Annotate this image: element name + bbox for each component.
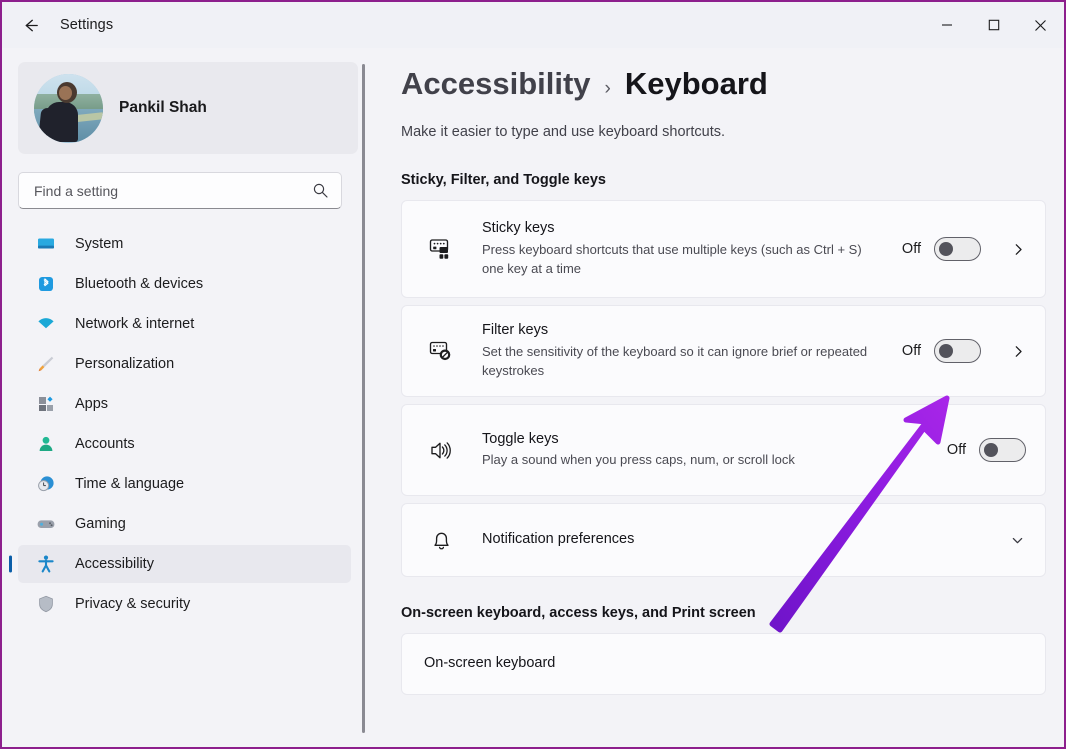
search-input[interactable] (34, 183, 312, 199)
breadcrumb: Accessibility › Keyboard (401, 66, 1046, 102)
shield-icon (35, 593, 57, 615)
sidebar-item-label: Apps (75, 396, 108, 412)
window-title: Settings (60, 17, 113, 33)
sidebar-scrollbar[interactable] (362, 64, 365, 733)
toggle-group: Off (947, 438, 1026, 462)
setting-title: Sticky keys (482, 219, 890, 239)
main-content: Accessibility › Keyboard Make it easier … (375, 48, 1064, 747)
sidebar-item-label: Gaming (75, 516, 126, 532)
back-arrow-icon (21, 16, 40, 35)
sidebar-item-privacy-security[interactable]: Privacy & security (18, 585, 351, 623)
setting-text: On-screen keyboard (424, 654, 1026, 674)
sidebar-item-label: Time & language (75, 476, 184, 492)
back-button[interactable] (12, 9, 48, 41)
chevron-right-icon[interactable] (1010, 241, 1026, 257)
sidebar-item-personalization[interactable]: Personalization (18, 345, 351, 383)
sidebar-scrollbar-thumb[interactable] (362, 64, 365, 733)
toggle-state-label: Off (947, 442, 966, 458)
sidebar-item-system[interactable]: System (18, 225, 351, 263)
page-subtitle: Make it easier to type and use keyboard … (401, 124, 1046, 140)
window-controls (923, 2, 1064, 48)
sidebar-item-apps[interactable]: Apps (18, 385, 351, 423)
breadcrumb-parent[interactable]: Accessibility (401, 66, 591, 102)
sidebar-nav: System Bluetooth & devices (18, 225, 351, 623)
sidebar-item-gaming[interactable]: Gaming (18, 505, 351, 543)
setting-title: On-screen keyboard (424, 654, 1014, 674)
breadcrumb-separator-icon: › (605, 78, 611, 100)
search-icon[interactable] (312, 182, 329, 199)
maximize-button[interactable] (970, 2, 1017, 48)
sidebar-item-label: Personalization (75, 356, 174, 372)
bluetooth-icon (35, 273, 57, 295)
chevron-right-icon[interactable] (1010, 343, 1026, 359)
sidebar-item-accessibility[interactable]: Accessibility (18, 545, 351, 583)
wifi-icon (35, 313, 57, 335)
maximize-icon (988, 19, 1000, 31)
monitor-icon (35, 233, 57, 255)
sticky-keys-toggle[interactable] (934, 237, 981, 261)
sidebar-item-time-language[interactable]: Time & language (18, 465, 351, 503)
clock-icon (35, 473, 57, 495)
sidebar-item-label: Bluetooth & devices (75, 276, 203, 292)
close-icon (1034, 19, 1047, 32)
minimize-button[interactable] (923, 2, 970, 48)
setting-description: Press keyboard shortcuts that use multip… (482, 241, 882, 279)
avatar (34, 74, 103, 143)
setting-title: Notification preferences (482, 530, 996, 550)
setting-row-filter-keys[interactable]: Filter keys Set the sensitivity of the k… (401, 305, 1046, 397)
setting-text: Filter keys Set the sensitivity of the k… (482, 321, 902, 380)
bell-icon (424, 523, 458, 557)
sticky-keys-icon (424, 232, 458, 266)
gamepad-icon (35, 513, 57, 535)
setting-row-notification-preferences[interactable]: Notification preferences (401, 503, 1046, 577)
sidebar-item-network-internet[interactable]: Network & internet (18, 305, 351, 343)
person-icon (35, 433, 57, 455)
setting-title: Filter keys (482, 321, 890, 341)
sidebar-item-accounts[interactable]: Accounts (18, 425, 351, 463)
toggle-state-label: Off (902, 343, 921, 359)
toggle-group: Off (902, 237, 1026, 261)
profile-card[interactable]: Pankil Shah (18, 62, 358, 154)
filter-keys-icon (424, 334, 458, 368)
sidebar-item-label: System (75, 236, 123, 252)
setting-text: Sticky keys Press keyboard shortcuts tha… (482, 219, 902, 278)
close-button[interactable] (1017, 2, 1064, 48)
window-body: Pankil Shah System (2, 48, 1064, 747)
setting-description: Set the sensitivity of the keyboard so i… (482, 343, 882, 381)
setting-text: Toggle keys Play a sound when you press … (482, 430, 947, 470)
sidebar-item-label: Network & internet (75, 316, 194, 332)
setting-title: Toggle keys (482, 430, 935, 450)
minimize-icon (941, 19, 953, 31)
sidebar-item-label: Accounts (75, 436, 135, 452)
search-box[interactable] (18, 172, 342, 209)
sidebar: Pankil Shah System (2, 48, 375, 747)
sidebar-item-label: Privacy & security (75, 596, 190, 612)
setting-row-toggle-keys[interactable]: Toggle keys Play a sound when you press … (401, 404, 1046, 496)
setting-row-on-screen-keyboard[interactable]: On-screen keyboard (401, 633, 1046, 695)
page-title: Keyboard (625, 66, 768, 102)
paintbrush-icon (35, 353, 57, 375)
settings-window: Settings (2, 2, 1064, 747)
toggle-group: Off (902, 339, 1026, 363)
filter-keys-toggle[interactable] (934, 339, 981, 363)
setting-description: Play a sound when you press caps, num, o… (482, 451, 882, 470)
chevron-down-icon[interactable] (1008, 531, 1026, 549)
toggle-state-label: Off (902, 241, 921, 257)
setting-text: Notification preferences (482, 530, 1008, 550)
toggle-keys-speaker-icon (424, 433, 458, 467)
section-heading-onscreen-keyboard: On-screen keyboard, access keys, and Pri… (401, 605, 1046, 621)
apps-icon (35, 393, 57, 415)
title-bar: Settings (2, 2, 1064, 48)
accessibility-icon (35, 553, 57, 575)
profile-name: Pankil Shah (119, 99, 207, 117)
section-heading-sticky-filter-toggle: Sticky, Filter, and Toggle keys (401, 172, 1046, 188)
sidebar-item-label: Accessibility (75, 556, 154, 572)
setting-row-sticky-keys[interactable]: Sticky keys Press keyboard shortcuts tha… (401, 200, 1046, 298)
toggle-keys-toggle[interactable] (979, 438, 1026, 462)
sidebar-item-bluetooth-devices[interactable]: Bluetooth & devices (18, 265, 351, 303)
